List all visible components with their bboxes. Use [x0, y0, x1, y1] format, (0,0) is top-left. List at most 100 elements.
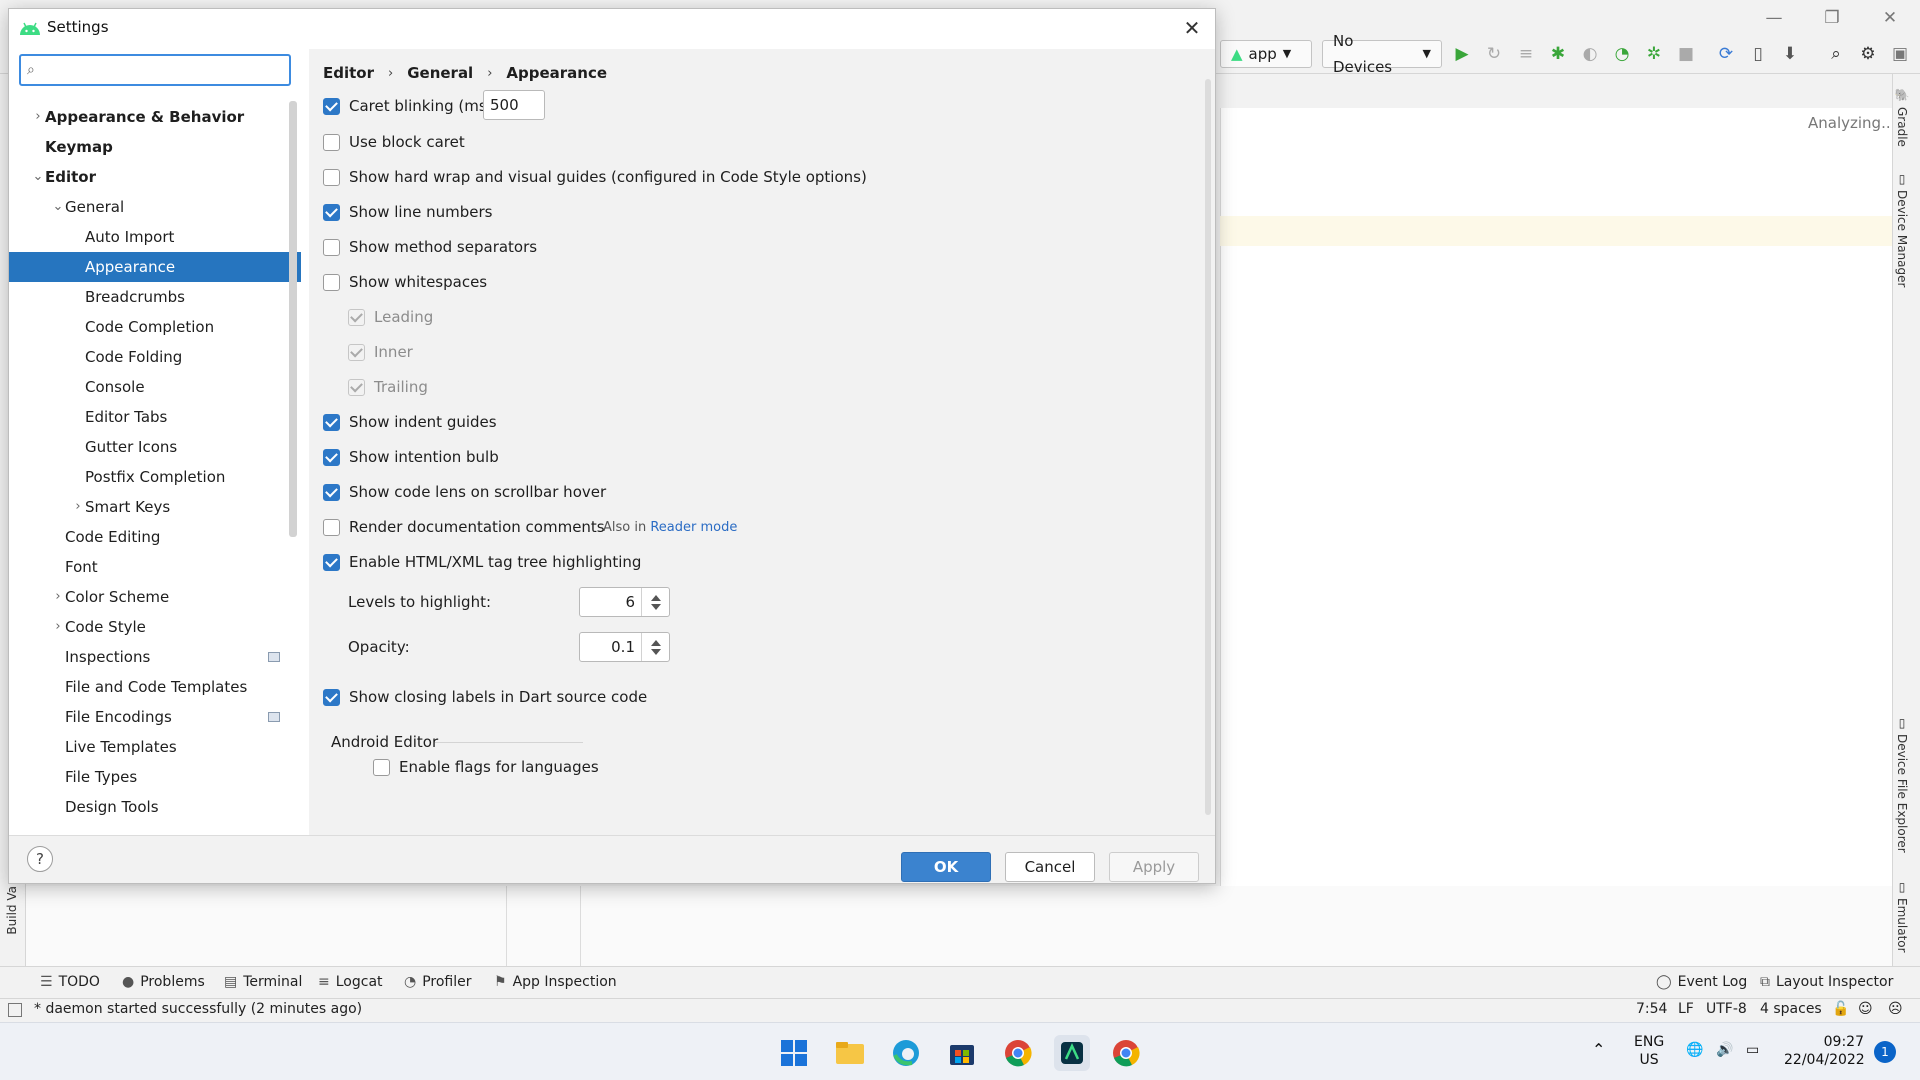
lock-icon[interactable]: 🔓: [1832, 1001, 1849, 1017]
tool-profiler[interactable]: ◔ Profiler: [404, 974, 472, 990]
window-close-icon[interactable]: ✕: [1870, 6, 1910, 30]
chrome-icon[interactable]: [1000, 1035, 1036, 1071]
tree-item-inspections[interactable]: Inspections: [9, 642, 301, 672]
tree-item-smart-keys[interactable]: › Smart Keys: [9, 492, 301, 522]
file-encoding[interactable]: UTF-8: [1706, 1001, 1747, 1017]
emulator-tab[interactable]: ▯ Emulator: [1895, 880, 1909, 953]
tree-item-editor-tabs[interactable]: Editor Tabs: [9, 402, 301, 432]
tag-tree-option[interactable]: Enable HTML/XML tag tree highlighting: [323, 553, 641, 571]
debug-icon[interactable]: ✱: [1548, 44, 1568, 64]
tree-item-breadcrumbs[interactable]: Breadcrumbs: [9, 282, 301, 312]
tree-item-general[interactable]: ⌄ General: [9, 192, 301, 222]
close-icon[interactable]: ✕: [1179, 15, 1205, 41]
spinner-arrows-icon[interactable]: [641, 633, 669, 661]
line-separator[interactable]: LF: [1678, 1001, 1694, 1017]
sync-gradle-icon[interactable]: ⟳: [1716, 44, 1736, 64]
hard-wrap-option[interactable]: Show hard wrap and visual guides (config…: [323, 168, 867, 186]
tree-item-postfix-completion[interactable]: Postfix Completion: [9, 462, 301, 492]
device-manager-tab[interactable]: ▯ Device Manager: [1895, 172, 1909, 287]
tree-item-code-completion[interactable]: Code Completion: [9, 312, 301, 342]
block-caret-checkbox[interactable]: [323, 133, 340, 151]
chrome-profile-icon[interactable]: [1108, 1035, 1144, 1071]
file-explorer-icon[interactable]: [832, 1035, 868, 1071]
block-caret-option[interactable]: Use block caret: [323, 133, 465, 151]
reader-mode-link[interactable]: Reader mode: [650, 520, 737, 535]
breadcrumb-general[interactable]: General: [407, 64, 473, 82]
search-input[interactable]: [47, 59, 283, 81]
breadcrumb-editor[interactable]: Editor: [323, 64, 374, 82]
attach-debugger-icon[interactable]: ✲: [1644, 44, 1664, 64]
battery-icon[interactable]: ▭: [1746, 1041, 1759, 1059]
notification-badge[interactable]: 1: [1874, 1041, 1896, 1063]
account-icon[interactable]: ▣: [1890, 44, 1910, 64]
apply-changes-icon[interactable]: ↻: [1484, 44, 1504, 64]
language-indicator[interactable]: ENG US: [1634, 1033, 1664, 1069]
tree-item-gutter-icons[interactable]: Gutter Icons: [9, 432, 301, 462]
tool-problems[interactable]: ● Problems: [122, 974, 205, 990]
tree-item-code-style[interactable]: › Code Style: [9, 612, 301, 642]
volume-icon[interactable]: 🔊: [1716, 1041, 1733, 1059]
settings-search[interactable]: ⌕: [19, 54, 291, 86]
tree-item-auto-import[interactable]: Auto Import: [9, 222, 301, 252]
sdk-manager-icon[interactable]: ⬇: [1780, 44, 1800, 64]
store-icon[interactable]: [944, 1035, 980, 1071]
tree-item-color-scheme[interactable]: › Color Scheme: [9, 582, 301, 612]
code-lens-option[interactable]: Show code lens on scrollbar hover: [323, 483, 606, 501]
ok-button[interactable]: OK: [901, 852, 991, 882]
content-scrollbar[interactable]: [1205, 79, 1211, 815]
render-docs-option[interactable]: Render documentation comments: [323, 518, 605, 536]
hard-wrap-checkbox[interactable]: [323, 168, 340, 186]
tree-scrollbar[interactable]: [289, 101, 297, 537]
gradle-tab[interactable]: 🐘 Gradle: [1895, 88, 1909, 147]
opacity-spinner[interactable]: 0.1: [579, 632, 670, 662]
search-everywhere-icon[interactable]: ⌕: [1826, 44, 1846, 64]
device-manager-icon[interactable]: ▯: [1748, 44, 1768, 64]
closing-labels-option[interactable]: Show closing labels in Dart source code: [323, 688, 647, 706]
network-icon[interactable]: 🌐: [1686, 1041, 1703, 1059]
intention-bulb-option[interactable]: Show intention bulb: [323, 448, 499, 466]
run-config-dropdown[interactable]: ▲ app ▼: [1220, 40, 1312, 68]
windows-start-icon[interactable]: [776, 1035, 812, 1071]
android-studio-icon[interactable]: [1054, 1035, 1090, 1071]
tree-item-live-templates[interactable]: Live Templates: [9, 732, 301, 762]
tag-tree-checkbox[interactable]: [323, 553, 340, 571]
gear-icon[interactable]: ⚙: [1858, 44, 1878, 64]
enable-flags-option[interactable]: Enable flags for languages: [373, 758, 599, 776]
method-separators-option[interactable]: Show method separators: [323, 238, 537, 256]
intention-bulb-checkbox[interactable]: [323, 448, 340, 466]
sad-face-icon[interactable]: ☹: [1888, 1001, 1903, 1017]
tree-item-file-types[interactable]: File Types: [9, 762, 301, 792]
code-lens-checkbox[interactable]: [323, 483, 340, 501]
stop-icon[interactable]: ■: [1676, 44, 1696, 64]
tool-terminal[interactable]: ▤ Terminal: [224, 974, 302, 990]
toggle-panels-icon[interactable]: [8, 1003, 22, 1017]
whitespaces-checkbox[interactable]: [323, 273, 340, 291]
caret-blinking-input[interactable]: 500: [483, 90, 545, 120]
minimize-icon[interactable]: —: [1754, 6, 1794, 30]
whitespaces-option[interactable]: Show whitespaces: [323, 273, 487, 291]
line-numbers-checkbox[interactable]: [323, 203, 340, 221]
coverage-icon[interactable]: ◐: [1580, 44, 1600, 64]
tree-item-file-encodings[interactable]: File Encodings: [9, 702, 301, 732]
apply-code-icon[interactable]: ≡: [1516, 44, 1536, 64]
caret-position[interactable]: 7:54: [1636, 1001, 1667, 1017]
tree-item-font[interactable]: Font: [9, 552, 301, 582]
happy-face-icon[interactable]: ☺: [1858, 1001, 1873, 1017]
tree-item-keymap[interactable]: Keymap: [9, 132, 301, 162]
tool-layout-inspector[interactable]: ⧉ Layout Inspector: [1760, 974, 1893, 990]
render-docs-checkbox[interactable]: [323, 518, 340, 536]
spinner-arrows-icon[interactable]: [641, 588, 669, 616]
profile-icon[interactable]: ◔: [1612, 44, 1632, 64]
indent-guides-option[interactable]: Show indent guides: [323, 413, 497, 431]
tree-item-file-code-templates[interactable]: File and Code Templates: [9, 672, 301, 702]
apply-button[interactable]: Apply: [1109, 852, 1199, 882]
indent-setting[interactable]: 4 spaces: [1760, 1001, 1822, 1017]
tree-item-console[interactable]: Console: [9, 372, 301, 402]
device-dropdown[interactable]: No Devices ▼: [1322, 32, 1442, 76]
tool-app-inspection[interactable]: ⚑ App Inspection: [494, 974, 617, 990]
show-hidden-icons-icon[interactable]: ⌃: [1592, 1041, 1605, 1059]
device-file-explorer-tab[interactable]: ▯ Device File Explorer: [1895, 716, 1909, 853]
clock[interactable]: 09:27 22/04/2022: [1784, 1033, 1865, 1069]
dialog-title-bar[interactable]: Settings ✕: [9, 9, 1215, 47]
tool-todo[interactable]: ☰ TODO: [40, 974, 100, 990]
